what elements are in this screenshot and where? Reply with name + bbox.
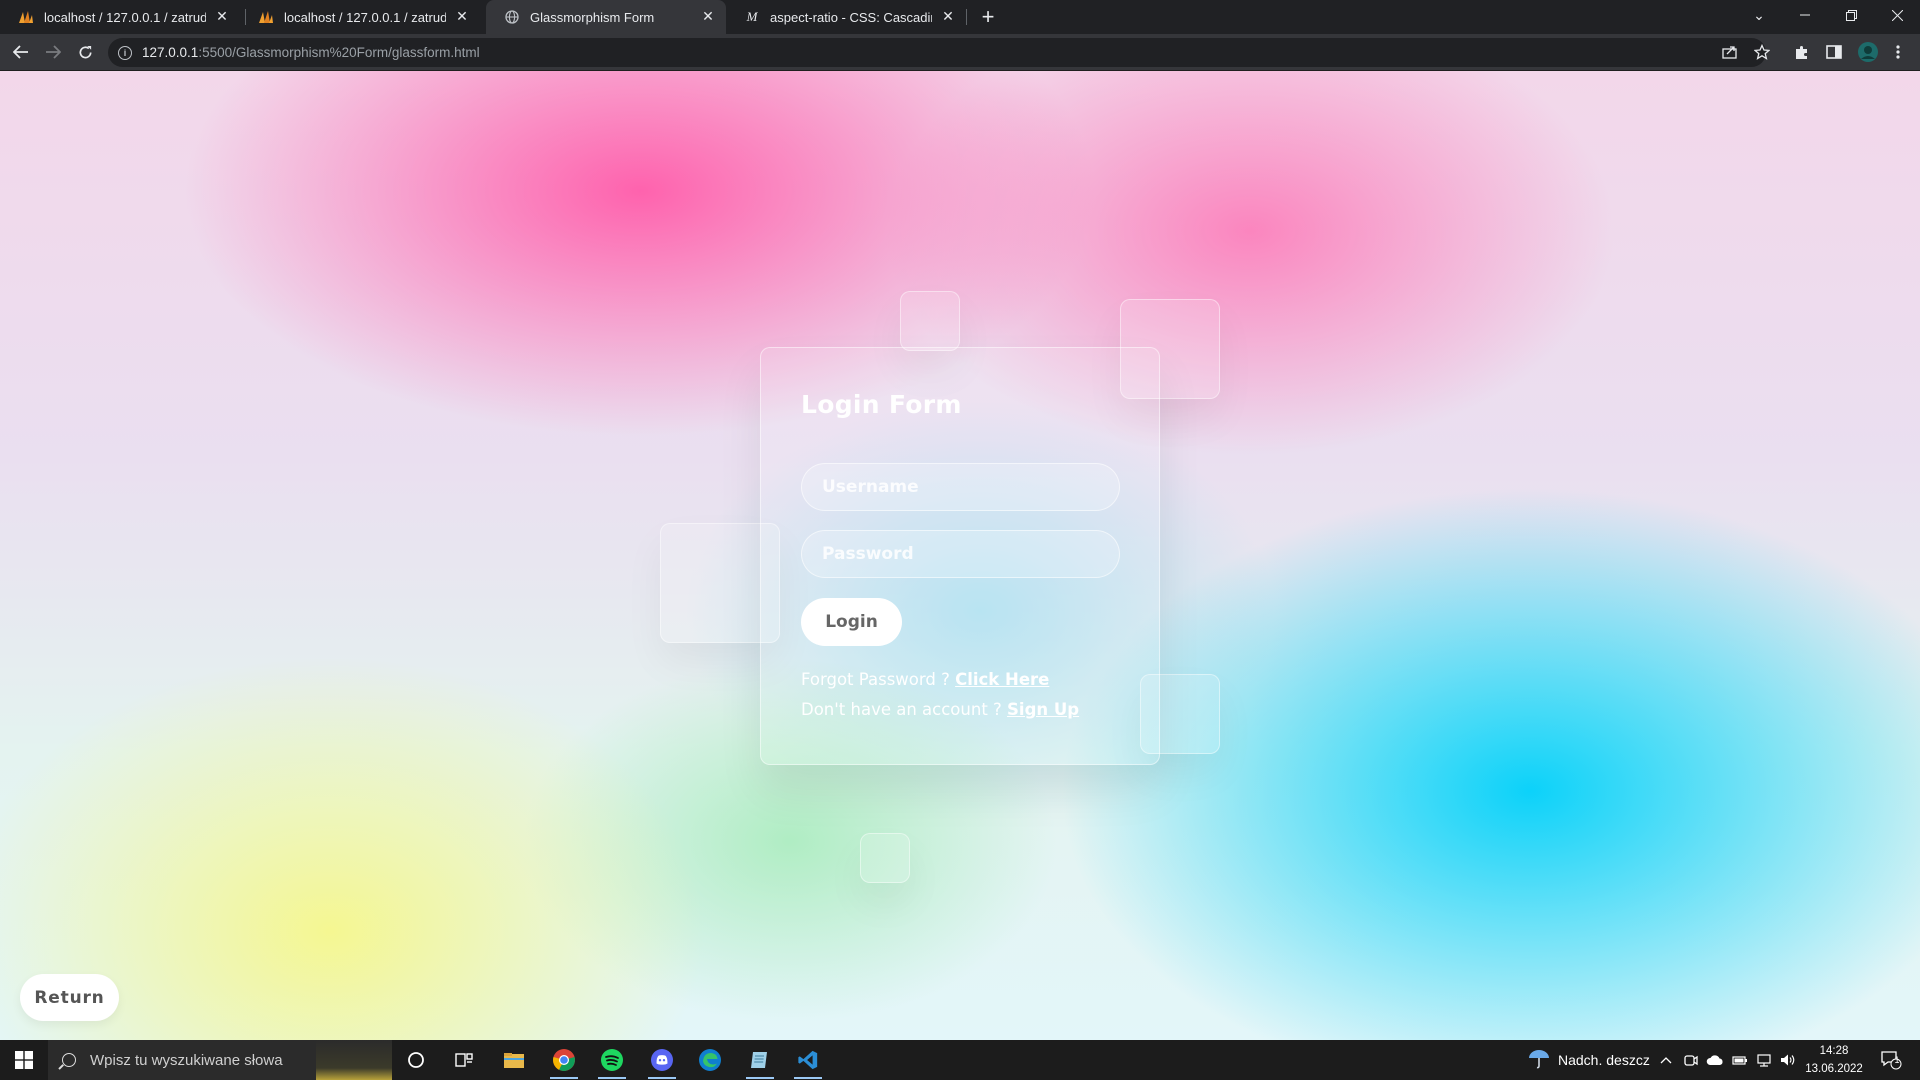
tray-chevron-icon[interactable]	[1660, 1040, 1672, 1080]
notification-center-icon[interactable]: 1	[1880, 1040, 1902, 1080]
forward-button[interactable]	[40, 39, 66, 65]
search-placeholder: Wpisz tu wyszukiwane słowa	[90, 1051, 283, 1069]
vscode-icon[interactable]	[788, 1044, 828, 1079]
sign-up-link[interactable]: Sign Up	[1007, 700, 1079, 719]
return-button[interactable]: Return	[20, 974, 119, 1021]
tab-phpmyadmin-1[interactable]: localhost / 127.0.0.1 / zatrudnien ✕	[0, 0, 240, 34]
taskbar-search-box[interactable]: Wpisz tu wyszukiwane słowa	[48, 1040, 392, 1080]
tab-close-icon[interactable]: ✕	[940, 9, 956, 25]
spotify-icon[interactable]	[592, 1044, 632, 1079]
windows-logo-icon	[15, 1051, 33, 1069]
notepad-icon[interactable]	[740, 1044, 780, 1079]
site-info-icon[interactable]: i	[118, 45, 132, 60]
username-input[interactable]	[801, 463, 1120, 511]
tab-mdn-aspect-ratio[interactable]: M aspect-ratio - CSS: Cascading Sty ✕	[726, 0, 966, 34]
mdn-icon: M	[746, 9, 758, 24]
tab-close-icon[interactable]: ✕	[454, 9, 470, 25]
taskbar-clock[interactable]: 14:28 13.06.2022	[1802, 1042, 1866, 1078]
tab-close-icon[interactable]: ✕	[700, 9, 716, 25]
clock-date: 13.06.2022	[1805, 1063, 1863, 1075]
address-bar[interactable]: i 127.0.0.1 :5500/Glassmorphism%20Form/g…	[108, 38, 1766, 67]
chrome-menu-icon[interactable]	[1888, 42, 1908, 62]
glass-square	[860, 833, 910, 883]
close-window-button[interactable]	[1874, 0, 1920, 30]
globe-icon	[504, 9, 520, 25]
tab-separator	[966, 9, 967, 25]
restore-button[interactable]	[1828, 0, 1874, 30]
tab-title: Glassmorphism Form	[530, 9, 655, 25]
rain-umbrella-icon	[1528, 1049, 1550, 1072]
reload-button[interactable]	[72, 39, 98, 65]
password-input[interactable]	[801, 530, 1120, 578]
cortana-icon[interactable]	[396, 1044, 436, 1076]
phpmyadmin-icon	[258, 9, 274, 25]
browser-tab-strip: localhost / 127.0.0.1 / zatrudnien ✕ loc…	[0, 0, 1920, 34]
weather-widget[interactable]: Nadch. deszcz	[1528, 1040, 1650, 1080]
signup-text: Don't have an account ?	[801, 700, 1008, 719]
discord-icon[interactable]	[642, 1044, 682, 1079]
network-icon[interactable]	[1756, 1040, 1772, 1080]
back-button[interactable]	[8, 39, 34, 65]
windows-taskbar: Wpisz tu wyszukiwane słowa Nadch. deszcz	[0, 1040, 1920, 1080]
phpmyadmin-icon	[18, 9, 34, 25]
file-explorer-icon[interactable]	[494, 1044, 534, 1076]
tab-title: localhost / 127.0.0.1 / zatrudnien	[44, 9, 206, 25]
new-tab-button[interactable]: +	[976, 5, 1000, 29]
windows-start-button[interactable]	[0, 1040, 48, 1080]
side-panel-icon[interactable]	[1824, 42, 1844, 62]
edge-icon[interactable]	[690, 1044, 730, 1076]
volume-icon[interactable]	[1780, 1040, 1796, 1080]
clock-time: 14:28	[1819, 1045, 1849, 1057]
forgot-password-line: Forgot Password ? Click Here	[801, 670, 1049, 689]
battery-icon[interactable]	[1732, 1040, 1748, 1080]
tab-phpmyadmin-2[interactable]: localhost / 127.0.0.1 / zatrudnien ✕	[240, 0, 480, 34]
page-viewport: Login Form Login Forgot Password ? Click…	[0, 71, 1920, 1040]
notification-count: 1	[1894, 1055, 1900, 1065]
extensions-puzzle-icon[interactable]	[1792, 42, 1812, 62]
signup-line: Don't have an account ? Sign Up	[801, 700, 1079, 719]
onedrive-cloud-icon[interactable]	[1706, 1040, 1724, 1080]
glass-square	[900, 291, 960, 351]
login-form-card: Login Form Login Forgot Password ? Click…	[760, 347, 1160, 765]
bookmark-star-icon[interactable]	[1752, 42, 1772, 62]
tab-search-chevron-icon[interactable]: ⌄	[1736, 0, 1782, 30]
share-icon[interactable]	[1720, 42, 1740, 62]
tab-close-icon[interactable]: ✕	[214, 9, 230, 25]
task-view-icon[interactable]	[444, 1044, 484, 1076]
tab-glassmorphism-form[interactable]: Glassmorphism Form ✕	[486, 0, 726, 34]
profile-avatar[interactable]	[1856, 40, 1880, 64]
minimize-button[interactable]	[1782, 0, 1828, 30]
search-highlight-icon	[316, 1040, 392, 1080]
form-title: Login Form	[801, 390, 962, 419]
browser-toolbar: i 127.0.0.1 :5500/Glassmorphism%20Form/g…	[0, 34, 1920, 71]
login-button[interactable]: Login	[801, 598, 902, 646]
url-path: :5500/Glassmorphism%20Form/glassform.htm…	[198, 45, 480, 60]
click-here-link[interactable]: Click Here	[955, 670, 1049, 689]
url-host: 127.0.0.1	[142, 45, 199, 60]
tab-title: aspect-ratio - CSS: Cascading Sty	[770, 9, 932, 25]
meet-now-icon[interactable]	[1684, 1040, 1698, 1080]
weather-text: Nadch. deszcz	[1558, 1052, 1650, 1068]
chrome-taskbar-icon[interactable]	[544, 1044, 584, 1079]
tab-title: localhost / 127.0.0.1 / zatrudnien	[284, 9, 446, 25]
search-icon	[62, 1053, 76, 1067]
forgot-password-text: Forgot Password ?	[801, 670, 956, 689]
